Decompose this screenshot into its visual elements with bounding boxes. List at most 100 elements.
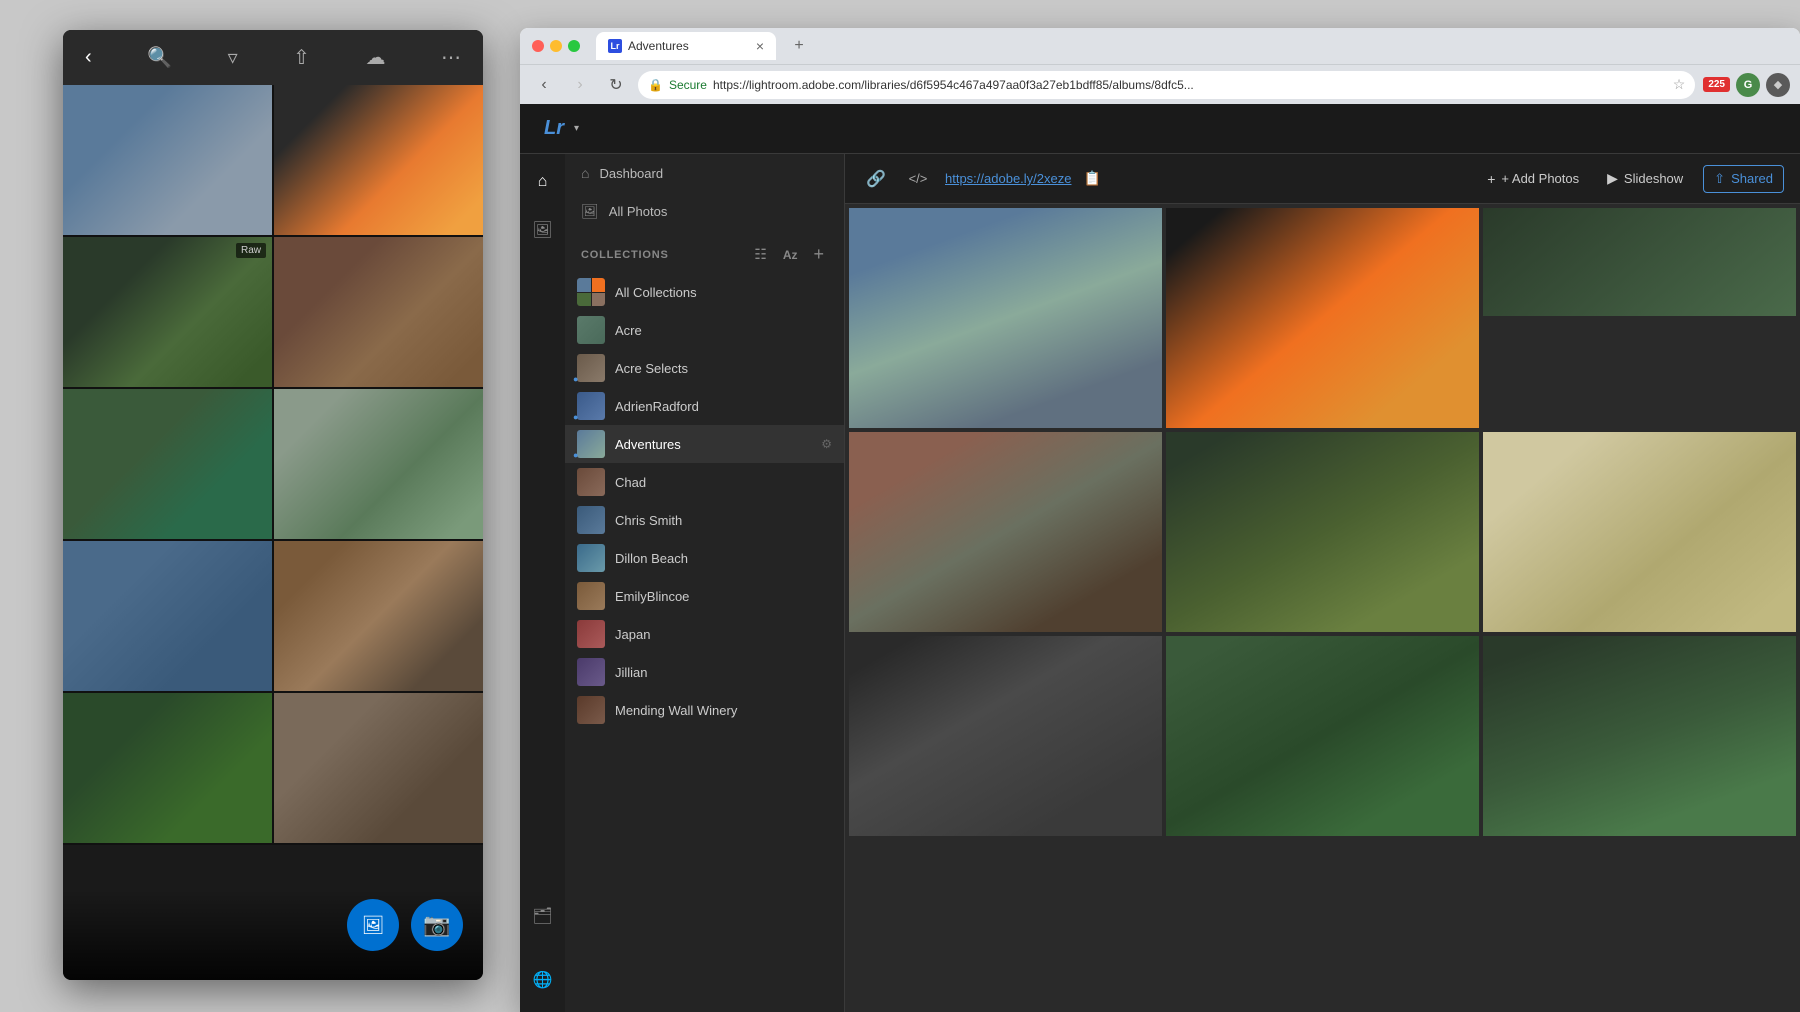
- add-photos-icon: +: [1487, 171, 1495, 187]
- dillon-thumb: [577, 544, 605, 572]
- new-tab-button[interactable]: +: [784, 34, 814, 58]
- nav-item-all-photos[interactable]: 🖼 All Photos: [565, 192, 844, 230]
- lr-header: Lr ▾: [520, 104, 1800, 154]
- lr-photo-grid[interactable]: [845, 204, 1800, 1012]
- slideshow-button[interactable]: ▶ Slideshow: [1599, 165, 1691, 192]
- shared-upload-icon: ⇧: [1714, 171, 1725, 187]
- collection-emily-blincoe[interactable]: EmilyBlincoe: [565, 577, 844, 615]
- back-icon[interactable]: ‹: [79, 40, 98, 75]
- browser-addressbar: ‹ › ↻ 🔒 Secure https://lightroom.adobe.c…: [520, 64, 1800, 104]
- nav-back-button[interactable]: ‹: [530, 71, 558, 99]
- grid-photo-3a[interactable]: [1483, 208, 1796, 316]
- cloud-icon[interactable]: ☁: [359, 39, 391, 76]
- shared-url-display[interactable]: https://adobe.ly/2xeze: [945, 171, 1071, 186]
- collection-adventures[interactable]: Adventures ● ⚙: [565, 425, 844, 463]
- ext-icon-2[interactable]: ◆: [1766, 73, 1790, 97]
- sidebar-collections-icon[interactable]: 🗂: [527, 900, 559, 932]
- tab-favicon: Lr: [608, 39, 622, 53]
- mobile-photo-1[interactable]: [63, 85, 272, 235]
- grid-photo-9[interactable]: [1483, 636, 1796, 836]
- mobile-photo-7[interactable]: [63, 541, 272, 691]
- collection-chris-smith[interactable]: Chris Smith: [565, 501, 844, 539]
- collection-jillian[interactable]: Jillian: [565, 653, 844, 691]
- ext-avatar[interactable]: G: [1736, 73, 1760, 97]
- lr-main: ⌂ 🖼 🗂 🌐 ⌂ Dashboard 🖼 All Photos: [520, 154, 1800, 1012]
- grid-photo-5[interactable]: [1166, 432, 1479, 632]
- grid-photo-6[interactable]: [1483, 432, 1796, 632]
- lr-sidebar-icons: ⌂ 🖼 🗂 🌐: [520, 154, 565, 1012]
- grid-photo-1[interactable]: [849, 208, 1162, 428]
- nav-forward-button[interactable]: ›: [566, 71, 594, 99]
- sidebar-globe-icon[interactable]: 🌐: [527, 964, 559, 996]
- link-icon[interactable]: 🔗: [861, 164, 891, 194]
- mobile-photo-5[interactable]: [63, 389, 272, 539]
- jillian-thumb: [577, 658, 605, 686]
- japan-thumb: [577, 620, 605, 648]
- sidebar-home-icon[interactable]: ⌂: [527, 166, 559, 198]
- grid-photo-7[interactable]: [849, 636, 1162, 836]
- minimize-button[interactable]: [550, 40, 562, 52]
- chad-thumb: [577, 468, 605, 496]
- collections-grid-view-icon[interactable]: ☷: [750, 244, 771, 265]
- thumb-cell: [577, 278, 591, 292]
- all-collections-thumb: [577, 278, 605, 306]
- collection-acre-selects[interactable]: Acre Selects ●: [565, 349, 844, 387]
- browser-chrome: Lr Adventures × +: [520, 28, 1800, 64]
- shared-badge-acre-selects: ●: [573, 374, 578, 384]
- mobile-photo-3[interactable]: Raw: [63, 237, 272, 387]
- collection-japan[interactable]: Japan: [565, 615, 844, 653]
- add-photos-button[interactable]: + + Add Photos: [1479, 166, 1587, 192]
- mobile-photo-9[interactable]: [63, 693, 272, 843]
- collection-dillon-beach[interactable]: Dillon Beach: [565, 539, 844, 577]
- address-url: https://lightroom.adobe.com/libraries/d6…: [713, 78, 1194, 92]
- search-icon[interactable]: 🔍: [141, 39, 178, 76]
- address-bar[interactable]: 🔒 Secure https://lightroom.adobe.com/lib…: [638, 71, 1695, 99]
- maximize-button[interactable]: [568, 40, 580, 52]
- grid-photo-8[interactable]: [1166, 636, 1479, 836]
- japan-label: Japan: [615, 627, 832, 642]
- collections-add-icon[interactable]: +: [809, 242, 828, 267]
- collections-header: COLLECTIONS ☷ Az +: [565, 230, 844, 273]
- tab-close-icon[interactable]: ×: [756, 38, 764, 54]
- copy-url-icon[interactable]: 📋: [1083, 170, 1100, 187]
- grid-photo-2[interactable]: [1166, 208, 1479, 428]
- filter-icon[interactable]: ▿: [222, 39, 244, 76]
- grid-photo-4[interactable]: [849, 432, 1162, 632]
- adventures-label: Adventures: [615, 437, 811, 452]
- bookmark-icon[interactable]: ☆: [1673, 76, 1686, 93]
- lr-app: Lr ▾ ⌂ 🖼 🗂 🌐 ⌂ Dashboard 🖼: [520, 104, 1800, 1012]
- nav-item-dashboard[interactable]: ⌂ Dashboard: [565, 154, 844, 192]
- mobile-photo-10[interactable]: [274, 693, 483, 843]
- collection-acre[interactable]: Acre: [565, 311, 844, 349]
- mobile-app: ‹ 🔍 ▿ ⇧ ☁ ⋯ Raw 🖼 📷: [63, 30, 483, 980]
- nav-refresh-button[interactable]: ↻: [602, 71, 630, 99]
- all-collections-label: All Collections: [615, 285, 832, 300]
- camera-fab[interactable]: 📷: [411, 899, 463, 951]
- mobile-photo-2[interactable]: [274, 85, 483, 235]
- acre-selects-label: Acre Selects: [615, 361, 832, 376]
- share-icon[interactable]: ⇧: [287, 39, 316, 76]
- browser-extensions: 225 G ◆: [1703, 73, 1790, 97]
- adventures-gear-icon[interactable]: ⚙: [821, 437, 832, 451]
- mobile-photo-4[interactable]: [274, 237, 483, 387]
- shared-button[interactable]: ⇧ Shared: [1703, 165, 1784, 193]
- grid-col-3-top: [1483, 208, 1796, 428]
- collection-adrien-radford[interactable]: AdrienRadford ●: [565, 387, 844, 425]
- secure-label: Secure: [669, 78, 707, 92]
- collection-chad[interactable]: Chad: [565, 463, 844, 501]
- add-to-album-fab[interactable]: 🖼: [347, 899, 399, 951]
- adventures-thumb: [577, 430, 605, 458]
- close-button[interactable]: [532, 40, 544, 52]
- shared-badge-adventures: ●: [573, 450, 578, 460]
- collections-sort-icon[interactable]: Az: [779, 246, 802, 264]
- browser-tab-adventures[interactable]: Lr Adventures ×: [596, 32, 776, 60]
- dillon-beach-label: Dillon Beach: [615, 551, 832, 566]
- more-icon[interactable]: ⋯: [435, 39, 467, 76]
- lr-logo-dropdown[interactable]: ▾: [574, 123, 579, 134]
- collection-all-collections[interactable]: All Collections: [565, 273, 844, 311]
- mobile-photo-6[interactable]: [274, 389, 483, 539]
- mobile-photo-8[interactable]: [274, 541, 483, 691]
- collection-mending-wall[interactable]: Mending Wall Winery: [565, 691, 844, 729]
- sidebar-photos-icon[interactable]: 🖼: [527, 214, 559, 246]
- embed-code-icon[interactable]: </>: [903, 164, 933, 194]
